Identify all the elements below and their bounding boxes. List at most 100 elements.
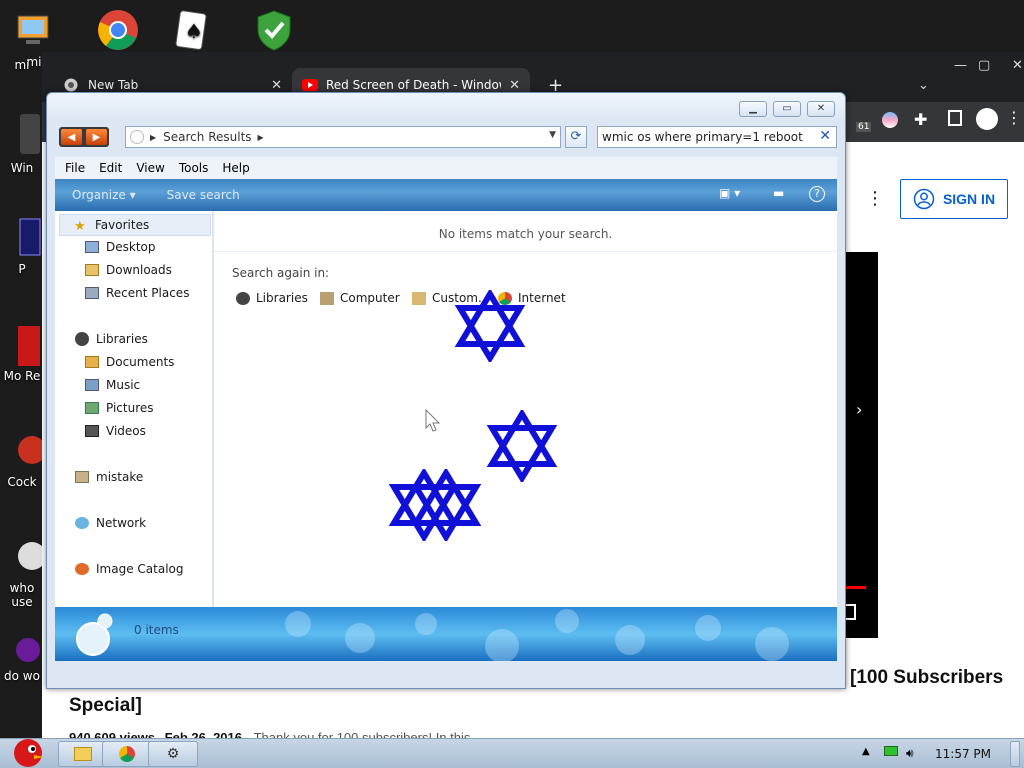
- search-input[interactable]: wmic os where primary=1 reboot ✕: [597, 126, 837, 148]
- puzzle-icon[interactable]: ✚: [914, 110, 927, 129]
- tab-title: New Tab: [88, 78, 139, 92]
- nav-image-catalog[interactable]: Image Catalog: [75, 562, 183, 576]
- menu-edit[interactable]: Edit: [99, 161, 122, 175]
- divider: [214, 251, 837, 252]
- bokeh-decoration: [615, 625, 645, 655]
- organize-label: Organize: [72, 188, 126, 202]
- bokeh-decoration: [695, 615, 721, 641]
- nav-network[interactable]: Network: [75, 516, 146, 530]
- organize-button[interactable]: Organize ▾: [72, 188, 136, 202]
- next-chevron-icon[interactable]: ›: [856, 400, 862, 419]
- extension-icon[interactable]: [882, 112, 898, 128]
- extension-badge[interactable]: 61: [856, 122, 872, 132]
- chrome-icon: [119, 746, 135, 762]
- nav-label: Network: [96, 516, 147, 530]
- show-hidden-icons-icon[interactable]: ▲: [862, 746, 870, 757]
- taskbar-settings-button[interactable]: ⚙: [148, 741, 198, 767]
- computer-icon: [17, 15, 49, 44]
- item-count: 0 items: [134, 623, 179, 637]
- bokeh-decoration: [555, 609, 579, 633]
- back-icon[interactable]: ◀: [61, 129, 82, 145]
- breadcrumb-arrow-icon[interactable]: ▶: [258, 133, 264, 142]
- taskbar-explorer-button[interactable]: [58, 741, 108, 767]
- nav-favorites[interactable]: ★ Favorites: [59, 214, 211, 236]
- sign-in-button[interactable]: SIGN IN: [900, 179, 1008, 219]
- star-of-david-icon: [454, 290, 526, 362]
- desktop-icon-recycle[interactable]: Win: [2, 108, 42, 175]
- recycle-bin-icon: [20, 114, 40, 154]
- menu-help[interactable]: Help: [222, 161, 249, 175]
- nav-label: Libraries: [96, 332, 148, 346]
- nav-label: Documents: [106, 355, 175, 369]
- save-search-button[interactable]: Save search: [167, 188, 240, 202]
- nav-music[interactable]: Music: [85, 378, 140, 392]
- video-player[interactable]: ›: [846, 252, 878, 638]
- forward-icon[interactable]: ▶: [86, 129, 107, 145]
- minimize-button[interactable]: ▁: [739, 101, 767, 117]
- menu-view[interactable]: View: [136, 161, 164, 175]
- nav-downloads[interactable]: Downloads: [85, 263, 172, 277]
- battery-icon[interactable]: [884, 746, 898, 756]
- refresh-icon[interactable]: ⟳: [565, 126, 587, 148]
- nav-libraries[interactable]: Libraries: [75, 332, 148, 346]
- preview-pane-icon[interactable]: ▬: [773, 186, 784, 200]
- close-icon[interactable]: ✕: [1012, 58, 1023, 73]
- show-desktop-button[interactable]: [1010, 741, 1020, 767]
- recent-places-icon: [85, 287, 99, 299]
- nav-label: Pictures: [106, 401, 154, 415]
- nav-pictures[interactable]: Pictures: [85, 401, 154, 415]
- desktop-icon-cock[interactable]: Cock: [2, 428, 46, 489]
- desktop-icon-solitaire[interactable]: ♠: [160, 8, 220, 55]
- progress-bar[interactable]: [846, 586, 866, 589]
- nav-documents[interactable]: Documents: [85, 355, 174, 369]
- tab-search-icon[interactable]: ⌄: [918, 78, 929, 93]
- angry-birds-icon[interactable]: [4, 731, 52, 767]
- nav-label: Videos: [106, 424, 146, 438]
- desktop-icon-shield[interactable]: [244, 8, 304, 55]
- help-icon[interactable]: ?: [809, 186, 825, 202]
- taskbar-chrome-button[interactable]: [102, 741, 152, 767]
- tab-close-icon[interactable]: ✕: [271, 78, 282, 93]
- desktop-folder-icon: [85, 241, 99, 253]
- maximize-icon[interactable]: ▢: [978, 58, 990, 73]
- fullscreen-icon[interactable]: [846, 604, 856, 620]
- tab-close-icon[interactable]: ✕: [509, 78, 520, 93]
- minimize-icon[interactable]: —: [954, 58, 967, 73]
- desktop-icon-p[interactable]: P: [2, 215, 42, 276]
- search-computer-link[interactable]: Computer: [320, 291, 400, 305]
- menu-tools[interactable]: Tools: [179, 161, 209, 175]
- documents-icon: [85, 356, 99, 368]
- search-libraries-link[interactable]: Libraries: [236, 291, 308, 305]
- empty-message: No items match your search.: [438, 227, 613, 241]
- menu-file[interactable]: File: [65, 161, 85, 175]
- star-of-david-icon: [486, 410, 558, 482]
- tab-title: Red Screen of Death - Window: [326, 78, 502, 92]
- clock[interactable]: 11:57 PM: [935, 747, 991, 761]
- breadcrumb-arrow-icon[interactable]: ▶: [150, 133, 156, 142]
- view-options-icon[interactable]: ▣ ▾: [719, 186, 740, 200]
- security-shield-icon: [257, 10, 291, 51]
- desktop-icon-acrobat[interactable]: Mo Re: [2, 322, 42, 383]
- desktop-icon-who[interactable]: who use: [2, 534, 46, 609]
- nav-mistake[interactable]: mistake: [75, 470, 143, 484]
- address-bar[interactable]: ▶ Search Results ▶ ▼: [125, 126, 561, 148]
- file-list[interactable]: No items match your search. Search again…: [214, 211, 837, 607]
- sidepanel-icon[interactable]: [948, 110, 962, 126]
- svg-text:♠: ♠: [185, 19, 203, 43]
- address-dropdown-icon[interactable]: ▼: [549, 130, 556, 140]
- profile-icon[interactable]: [976, 108, 998, 130]
- close-button[interactable]: ✕: [807, 101, 835, 117]
- breadcrumb[interactable]: Search Results: [163, 130, 251, 144]
- nav-videos[interactable]: Videos: [85, 424, 146, 438]
- desktop-icon-chrome[interactable]: [88, 8, 148, 55]
- music-icon: [85, 379, 99, 391]
- explorer-titlebar[interactable]: ▁ ▭ ✕: [47, 93, 845, 123]
- nav-desktop[interactable]: Desktop: [85, 240, 156, 254]
- menu-icon[interactable]: ⋮: [1006, 108, 1022, 127]
- clear-search-icon[interactable]: ✕: [819, 128, 831, 144]
- speaker-icon[interactable]: 🔊︎: [906, 746, 914, 761]
- desktop-icon-do[interactable]: do wo: [2, 636, 42, 683]
- maximize-button[interactable]: ▭: [773, 101, 801, 117]
- more-options-icon[interactable]: ⋮: [866, 188, 884, 209]
- nav-recent-places[interactable]: Recent Places: [85, 286, 189, 300]
